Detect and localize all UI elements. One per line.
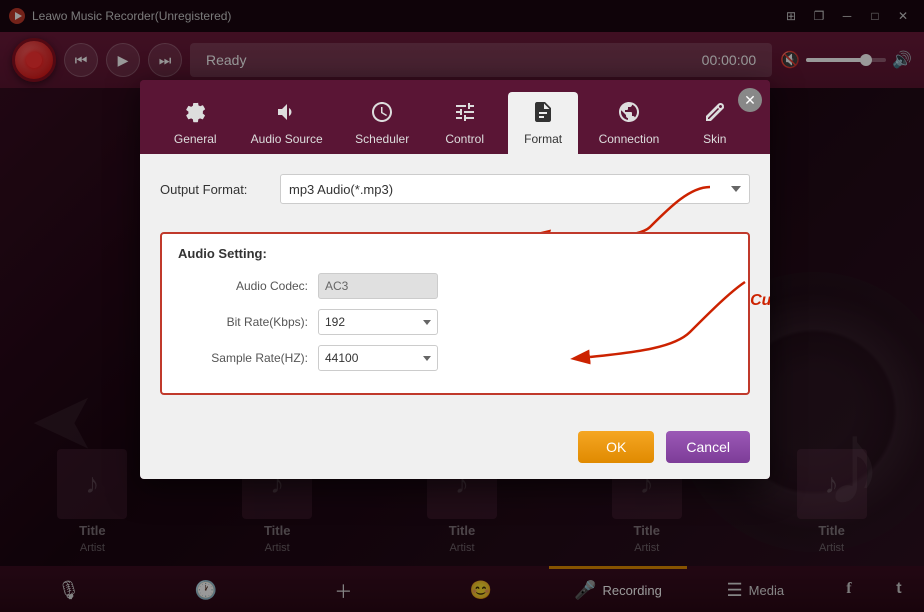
tab-connection[interactable]: Connection — [587, 92, 672, 154]
sample-rate-label: Sample Rate(HZ): — [178, 351, 318, 365]
dialog-close-button[interactable]: ✕ — [738, 88, 762, 112]
tab-format[interactable]: Format — [508, 92, 578, 154]
connection-icon — [617, 100, 641, 128]
arrow-to-settings — [560, 272, 760, 372]
speaker-icon — [275, 100, 299, 128]
bitrate-select[interactable]: 128 192 256 320 — [318, 309, 438, 335]
format-icon — [531, 100, 555, 128]
tab-control[interactable]: Control — [430, 92, 500, 154]
tab-scheduler[interactable]: Scheduler — [343, 92, 421, 154]
codec-label: Audio Codec: — [178, 279, 318, 293]
dialog-buttons: OK Cancel — [140, 415, 770, 479]
dialog-content: Output Format: mp3 Audio(*.mp3) WAV Audi… — [140, 154, 770, 415]
ok-button[interactable]: OK — [578, 431, 654, 463]
tab-format-label: Format — [524, 132, 562, 146]
tab-scheduler-label: Scheduler — [355, 132, 409, 146]
gear-icon — [183, 100, 207, 128]
annotation-customize-text: Customize audio setting — [750, 292, 770, 310]
cancel-button[interactable]: Cancel — [666, 431, 750, 463]
tab-control-label: Control — [445, 132, 484, 146]
bitrate-label: Bit Rate(Kbps): — [178, 315, 318, 329]
tab-connection-label: Connection — [599, 132, 660, 146]
settings-dialog: ✕ General Audio Source — [140, 80, 770, 479]
tab-general[interactable]: General — [160, 92, 230, 154]
codec-value: AC3 — [318, 273, 438, 299]
sample-rate-select[interactable]: 22050 44100 48000 — [318, 345, 438, 371]
tab-skin-label: Skin — [703, 132, 726, 146]
settings-tab-bar: General Audio Source Scheduler — [140, 80, 770, 154]
tab-general-label: General — [174, 132, 217, 146]
skin-icon — [703, 100, 727, 128]
annotation-area: Choose as MP3/WAV Audio Setting: Audio C… — [160, 232, 750, 395]
tab-audio-source[interactable]: Audio Source — [239, 92, 335, 154]
output-format-label: Output Format: — [160, 182, 280, 197]
clock-icon — [370, 100, 394, 128]
audio-setting-title: Audio Setting: — [178, 246, 732, 261]
sliders-icon — [453, 100, 477, 128]
tab-audio-source-label: Audio Source — [251, 132, 323, 146]
